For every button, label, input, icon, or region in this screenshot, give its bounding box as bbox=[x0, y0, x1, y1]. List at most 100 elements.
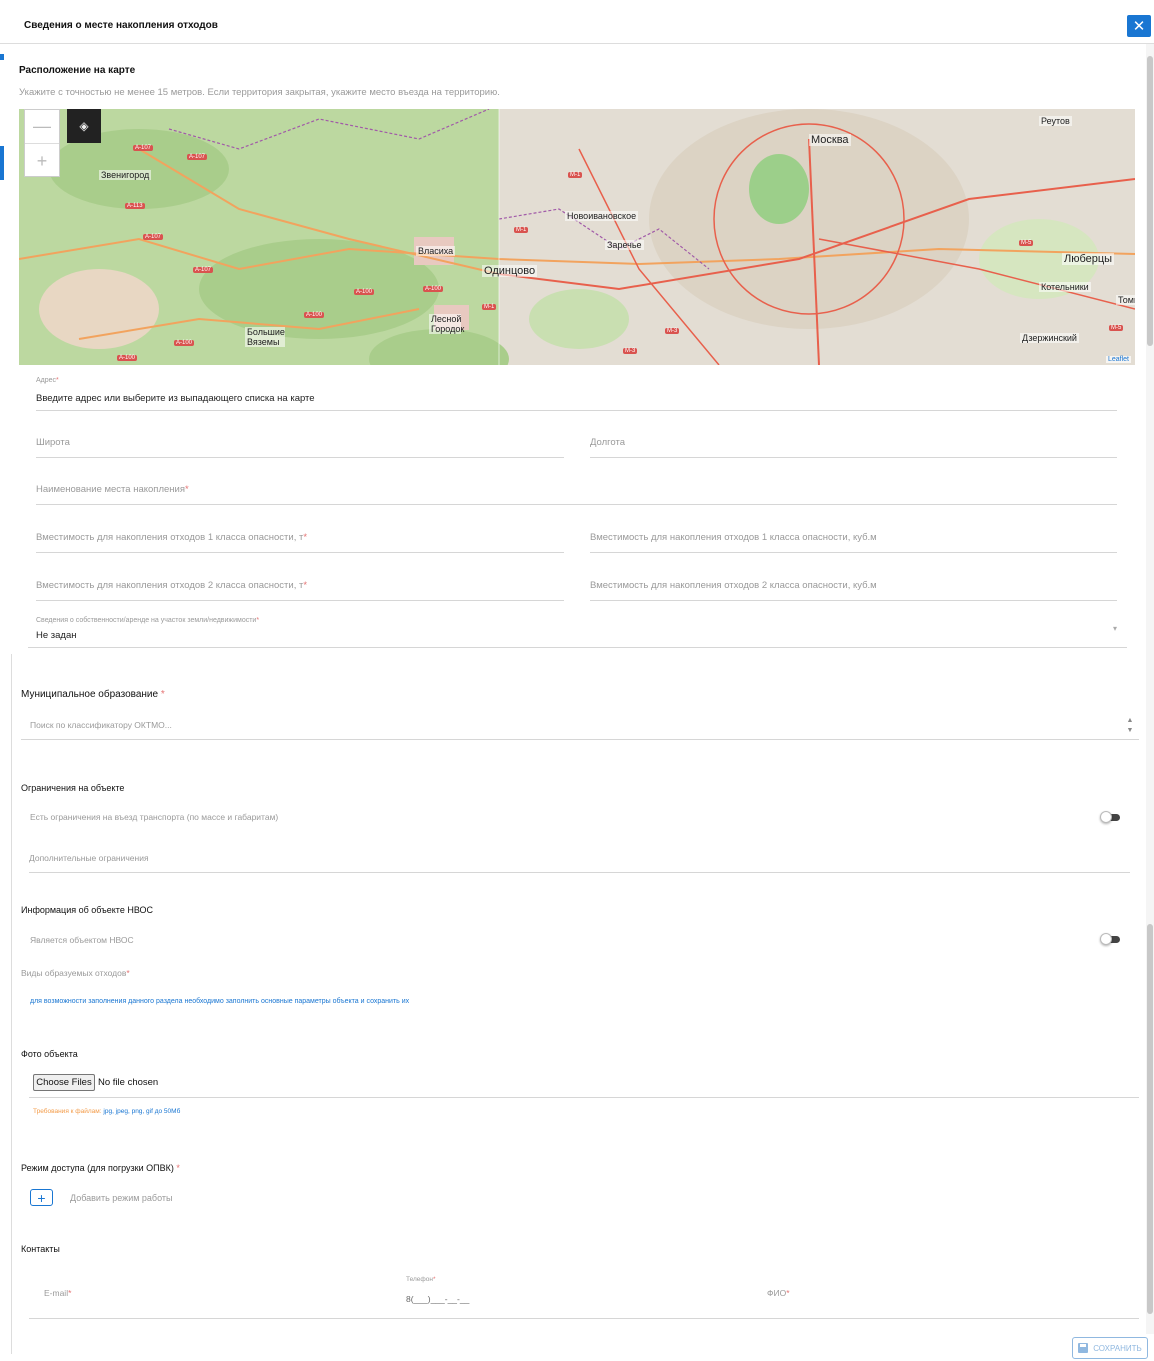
road-label: A-100 bbox=[117, 355, 138, 361]
map-tiles bbox=[19, 109, 1135, 365]
additional-restrictions-input[interactable]: Дополнительные ограничения bbox=[29, 843, 1130, 873]
additional-restrictions-placeholder: Дополнительные ограничения bbox=[29, 853, 149, 863]
add-schedule-button[interactable]: + bbox=[30, 1189, 53, 1206]
map-label-lesnoy-gorodok: Лесной Городок bbox=[429, 314, 465, 334]
ownership-label: Сведения о собственности/аренде на участ… bbox=[36, 617, 260, 624]
waste-types-info: для возможности заполнения данного разде… bbox=[30, 998, 410, 1005]
layers-button[interactable]: ◈ bbox=[67, 109, 101, 143]
road-label: A-107 bbox=[193, 267, 214, 273]
capacity2-m3-placeholder: Вместимость для накопления отходов 2 кла… bbox=[590, 580, 877, 591]
dialog-title: Сведения о месте накопления отходов bbox=[24, 20, 218, 31]
map-label-tomi: Томи bbox=[1116, 295, 1135, 305]
map-label-dzerzhinsky: Дзержинский bbox=[1020, 333, 1079, 343]
contacts-title: Контакты bbox=[21, 1244, 60, 1254]
municipality-title: Муниципальное образование * bbox=[21, 689, 165, 700]
location-section-title: Расположение на карте bbox=[19, 65, 136, 76]
ownership-value: Не задан bbox=[36, 630, 77, 641]
road-label: M-3 bbox=[623, 348, 638, 354]
map-label-bolshie-vyazemy: Большие Вяземы bbox=[245, 327, 285, 347]
zoom-in-button[interactable]: + bbox=[25, 144, 59, 178]
latitude-placeholder: Широта bbox=[36, 437, 70, 448]
plus-icon: + bbox=[37, 1189, 46, 1206]
road-label: A-107 bbox=[133, 145, 154, 151]
map[interactable]: Москва Одинцово Звенигород Власиха Любер… bbox=[19, 109, 1135, 365]
phone-label: Телефон* bbox=[406, 1276, 436, 1283]
edge-indicator bbox=[0, 146, 4, 180]
municipality-input[interactable]: Поиск по классификатору ОКТМО... ▲ ▼ bbox=[21, 710, 1139, 740]
divider bbox=[29, 1097, 1139, 1098]
left-edge bbox=[0, 44, 12, 1361]
nvos-toggle[interactable] bbox=[1100, 933, 1122, 945]
capacity1-tons-input[interactable]: Вместимость для накопления отходов 1 кла… bbox=[36, 525, 564, 553]
road-label: A-100 bbox=[423, 286, 444, 292]
floppy-disk-icon bbox=[1078, 1343, 1089, 1353]
fio-input[interactable]: ФИО* bbox=[767, 1288, 790, 1298]
stepper-icon[interactable]: ▲ ▼ bbox=[1125, 716, 1135, 738]
site-name-placeholder: Наименование места накопления* bbox=[36, 484, 189, 495]
capacity2-m3-input[interactable]: Вместимость для накопления отходов 2 кла… bbox=[590, 573, 1117, 601]
location-hint: Укажите с точностью не менее 15 метров. … bbox=[19, 87, 500, 98]
map-label-novoivanovskoe: Новоивановское bbox=[565, 211, 639, 221]
save-button[interactable]: СОХРАНИТЬ bbox=[1072, 1337, 1148, 1359]
latitude-input[interactable]: Широта bbox=[36, 430, 564, 458]
road-label: M-1 bbox=[568, 172, 583, 178]
dialog-header: Сведения о месте накопления отходов ✕ bbox=[0, 0, 1154, 44]
road-label: M-5 bbox=[1109, 325, 1124, 331]
map-label-odintsovo: Одинцово bbox=[482, 265, 538, 277]
phone-input[interactable]: 8(___)___-__-__ bbox=[406, 1294, 469, 1304]
photo-title: Фото объекта bbox=[21, 1049, 78, 1059]
email-input[interactable]: E-mail* bbox=[44, 1288, 71, 1298]
road-label: A-100 bbox=[354, 289, 375, 295]
chevron-down-icon: ▾ bbox=[1112, 624, 1117, 633]
ownership-select[interactable]: Сведения о собственности/аренде на участ… bbox=[28, 617, 1127, 648]
waste-types-label: Виды образуемых отходов* bbox=[21, 968, 130, 978]
leaflet-attribution-link[interactable]: Leaflet bbox=[1105, 356, 1131, 363]
longitude-input[interactable]: Долгота bbox=[590, 430, 1117, 458]
add-schedule-label: Добавить режим работы bbox=[70, 1193, 173, 1203]
map-zoom-control: — + bbox=[24, 109, 60, 177]
map-label-vlasikha: Власиха bbox=[416, 246, 456, 256]
longitude-placeholder: Долгота bbox=[590, 437, 626, 448]
transport-restriction-label: Есть ограничения на въезд транспорта (по… bbox=[30, 812, 279, 822]
zoom-out-button[interactable]: — bbox=[25, 110, 59, 144]
road-label: M-1 bbox=[514, 227, 529, 233]
address-field[interactable]: Адрес* Введите адрес или выберите из вып… bbox=[36, 377, 1117, 411]
road-label: A-113 bbox=[125, 203, 145, 209]
capacity2-tons-input[interactable]: Вместимость для накопления отходов 2 кла… bbox=[36, 573, 564, 601]
road-label: A-107 bbox=[143, 234, 164, 240]
road-label: M-1 bbox=[482, 304, 497, 310]
save-button-label: СОХРАНИТЬ bbox=[1093, 1343, 1142, 1353]
road-label: M-3 bbox=[665, 328, 680, 334]
restrictions-title: Ограничения на объекте bbox=[21, 783, 125, 793]
road-label: A-100 bbox=[304, 312, 325, 318]
scrollbar[interactable] bbox=[1146, 44, 1154, 1334]
choose-files-button[interactable]: Choose Files bbox=[33, 1074, 95, 1091]
road-label: A-100 bbox=[174, 340, 195, 346]
scrollbar-thumb[interactable] bbox=[1147, 56, 1153, 346]
edge-indicator bbox=[0, 54, 4, 60]
municipality-placeholder: Поиск по классификатору ОКТМО... bbox=[30, 720, 172, 730]
capacity1-m3-input[interactable]: Вместимость для накопления отходов 1 кла… bbox=[590, 525, 1117, 553]
nvos-title: Информация об объекте НВОС bbox=[21, 905, 154, 915]
capacity1-tons-placeholder: Вместимость для накопления отходов 1 кла… bbox=[36, 532, 308, 543]
divider bbox=[29, 1318, 1139, 1319]
map-label-reutov: Реутов bbox=[1039, 116, 1072, 126]
nvos-label: Является объектом НВОС bbox=[30, 935, 134, 945]
address-label: Адрес* bbox=[36, 377, 59, 384]
capacity1-m3-placeholder: Вместимость для накопления отходов 1 кла… bbox=[590, 532, 877, 543]
site-name-input[interactable]: Наименование места накопления* bbox=[36, 477, 1117, 505]
no-file-text: No file chosen bbox=[98, 1077, 159, 1088]
transport-restriction-toggle[interactable] bbox=[1100, 811, 1122, 823]
address-value: Введите адрес или выберите из выпадающег… bbox=[36, 393, 315, 404]
close-button[interactable]: ✕ bbox=[1127, 15, 1151, 37]
map-label-moscow: Москва bbox=[809, 134, 851, 146]
access-title: Режим доступа (для погрузки ОПВК) * bbox=[21, 1163, 180, 1173]
file-requirements: Требования к файлам: jpg, jpeg, png, gif… bbox=[33, 1108, 181, 1115]
scrollbar-thumb[interactable] bbox=[1147, 924, 1153, 1314]
capacity2-tons-placeholder: Вместимость для накопления отходов 2 кла… bbox=[36, 580, 308, 591]
map-label-zvenigorod: Звенигород bbox=[99, 170, 152, 180]
layers-icon: ◈ bbox=[79, 119, 89, 133]
map-label-kotelniki: Котельники bbox=[1039, 282, 1091, 292]
road-label: M-5 bbox=[1019, 240, 1034, 246]
road-label: A-107 bbox=[187, 154, 208, 160]
